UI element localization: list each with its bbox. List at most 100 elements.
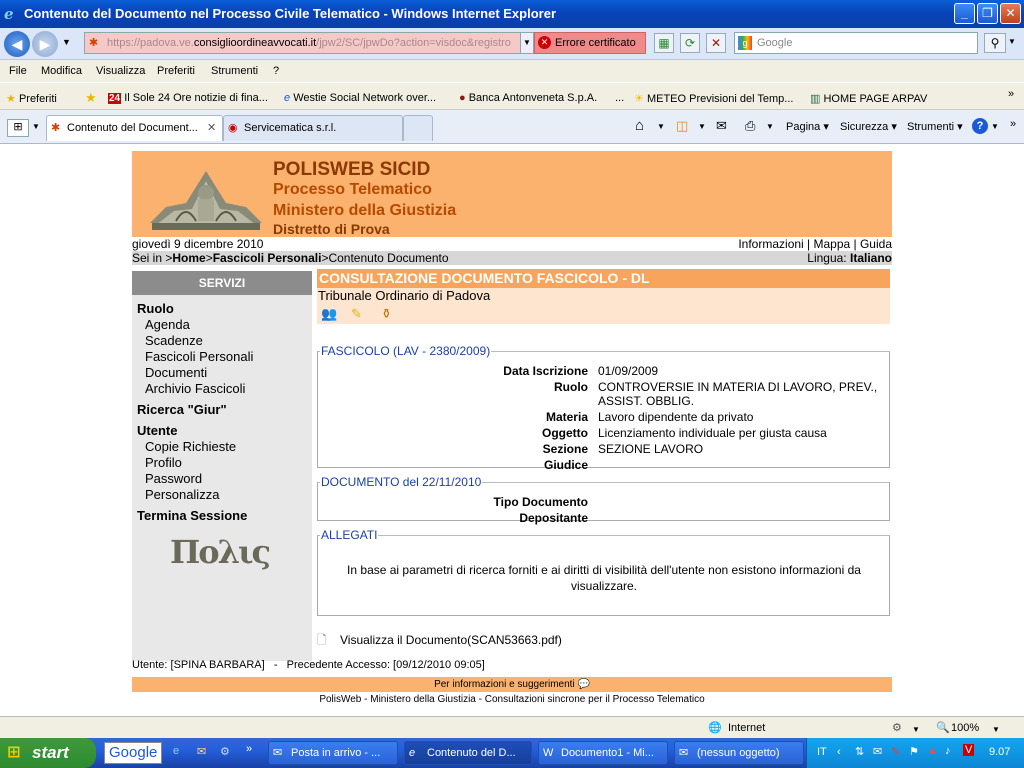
sidebar-item-documenti[interactable]: Documenti: [145, 365, 207, 380]
tray-audio-icon[interactable]: ♪: [945, 745, 951, 757]
tab-list-icon[interactable]: ▼: [32, 122, 40, 131]
sidebar-item-ricerca[interactable]: Ricerca "Giur": [137, 402, 227, 417]
page-icon: ✱: [51, 122, 61, 134]
history-dropdown-icon[interactable]: ▼: [62, 37, 71, 47]
search-icon[interactable]: ⚲: [984, 33, 1006, 53]
address-input[interactable]: ✱ https://padova.ve.consiglioordineavvoc…: [84, 32, 534, 54]
notes-icon[interactable]: ✎: [351, 306, 362, 322]
language-selector[interactable]: Lingua: Italiano: [807, 251, 892, 265]
address-dropdown-icon[interactable]: ▼: [520, 32, 534, 54]
tab-contenuto-documento[interactable]: ✱ Contenuto del Document... ✕: [46, 115, 223, 141]
certificate-error-button[interactable]: ✕ Errore certificato: [534, 32, 646, 54]
search-dropdown-icon[interactable]: ▼: [1008, 37, 1016, 46]
search-input[interactable]: g Google: [734, 32, 978, 54]
help-icon[interactable]: ?: [972, 118, 988, 134]
tray-outlook-icon[interactable]: ✉: [873, 745, 882, 758]
tray-adobe-icon[interactable]: ✎: [891, 745, 900, 758]
tab-servicematica[interactable]: ◉ Servicematica s.r.l.: [223, 115, 403, 141]
menu-visualizza[interactable]: Visualizza: [96, 65, 145, 77]
minimize-button[interactable]: _: [954, 3, 975, 24]
fav-item-arpav[interactable]: ▥ HOME PAGE ARPAV: [810, 92, 927, 105]
restore-button[interactable]: ❐: [977, 3, 998, 24]
protected-dropdown-icon[interactable]: ▼: [912, 725, 920, 734]
forward-button[interactable]: ▶: [32, 31, 58, 57]
task-contenuto[interactable]: e Contenuto del D...: [404, 741, 532, 765]
tools-menu[interactable]: Strumenti ▾: [907, 120, 963, 133]
tray-expand-icon[interactable]: ‹: [837, 746, 841, 758]
sidebar-item-copie[interactable]: Copie Richieste: [145, 439, 236, 454]
home-icon[interactable]: ⌂: [635, 117, 644, 134]
info-bar[interactable]: Per informazioni e suggerimenti 💬: [132, 677, 892, 692]
sidebar-item-profilo[interactable]: Profilo: [145, 455, 182, 470]
windows-logo-icon: ⊞: [7, 744, 21, 761]
sidebar-item-fascicoli[interactable]: Fascicoli Personali: [145, 349, 253, 364]
top-links[interactable]: Informazioni | Mappa | Guida: [738, 237, 892, 251]
tray-ati-icon[interactable]: ▲: [927, 745, 938, 757]
sidebar-item-utente[interactable]: Utente: [137, 423, 177, 438]
quick-tabs-icon[interactable]: ⊞: [7, 119, 29, 137]
sidebar-item-archivio[interactable]: Archivio Fascicoli: [145, 381, 245, 396]
new-tab-button[interactable]: [403, 115, 433, 141]
print-dropdown-icon[interactable]: ▼: [766, 122, 774, 131]
fav-more-icon[interactable]: ...: [615, 92, 624, 104]
close-button[interactable]: ✕: [1000, 3, 1021, 24]
security-menu[interactable]: Sicurezza ▾: [840, 120, 897, 133]
tray-network-icon[interactable]: ⇅: [855, 745, 864, 758]
fav-label: Banca Antonveneta S.p.A.: [468, 92, 598, 104]
clock[interactable]: 9.07: [989, 746, 1010, 758]
back-button[interactable]: ◀: [4, 31, 30, 57]
fav-label: HOME PAGE ARPAV: [823, 93, 928, 105]
sidebar-item-ruolo[interactable]: Ruolo: [137, 301, 174, 316]
tray-antivirus-icon[interactable]: V: [963, 744, 975, 756]
fav-item-sole24ore[interactable]: 24 Il Sole 24 Ore notizie di fina...: [108, 92, 268, 104]
compatibility-icon[interactable]: ▦: [654, 33, 674, 53]
parties-icon[interactable]: 👥: [321, 306, 337, 322]
sidebar-item-scadenze[interactable]: Scadenze: [145, 333, 203, 348]
zoom-dropdown-icon[interactable]: ▼: [992, 725, 1000, 734]
feeds-icon[interactable]: ◫: [676, 118, 688, 134]
favbar-overflow-icon[interactable]: »: [1008, 88, 1014, 100]
task-documento1[interactable]: W Documento1 - Mi...: [538, 741, 668, 765]
menu-file[interactable]: File: [9, 65, 27, 77]
view-document-link[interactable]: 🗋 Visualizza il Documento(SCAN53663.pdf): [317, 631, 617, 652]
menu-strumenti[interactable]: Strumenti: [211, 65, 258, 77]
history-icon[interactable]: ⚱: [381, 306, 392, 322]
quicklaunch-ie-icon[interactable]: e: [173, 745, 179, 757]
menu-preferiti[interactable]: Preferiti: [157, 65, 195, 77]
add-favorite-icon[interactable]: ★: [85, 90, 97, 106]
home-dropdown-icon[interactable]: ▼: [657, 122, 665, 131]
task-nessun-oggetto[interactable]: ✉ (nessun oggetto): [674, 741, 804, 765]
zoom-icon[interactable]: 🔍: [936, 721, 950, 734]
page-menu[interactable]: Pagina ▾: [786, 120, 829, 133]
breadcrumb-fascicoli[interactable]: Fascicoli Personali: [213, 251, 322, 265]
toolbar-overflow-icon[interactable]: »: [1010, 118, 1016, 130]
close-tab-icon[interactable]: ✕: [207, 116, 216, 140]
mail-icon[interactable]: ✉: [716, 118, 727, 134]
fav-item-westie[interactable]: e Westie Social Network over...: [284, 92, 436, 104]
quicklaunch-more-icon[interactable]: »: [246, 743, 252, 755]
task-posta[interactable]: ✉ Posta in arrivo - ...: [268, 741, 398, 765]
tray-security-icon[interactable]: ⚑: [909, 745, 919, 758]
sidebar-item-password[interactable]: Password: [145, 471, 202, 486]
stop-icon[interactable]: ✕: [706, 33, 726, 53]
sidebar-item-termina[interactable]: Termina Sessione: [137, 508, 247, 523]
google-toolbar-button[interactable]: Google: [104, 742, 163, 764]
start-button[interactable]: ⊞ start: [0, 738, 96, 768]
sidebar-item-agenda[interactable]: Agenda: [145, 317, 190, 332]
fav-item-meteo[interactable]: ☀ METEO Previsioni del Temp...: [634, 92, 793, 105]
zoom-level[interactable]: 100%: [951, 722, 979, 734]
breadcrumb-home[interactable]: Home: [172, 251, 205, 265]
help-dropdown-icon[interactable]: ▼: [991, 122, 999, 131]
refresh-icon[interactable]: ⟳: [680, 33, 700, 53]
protected-mode-icon[interactable]: ⚙: [892, 721, 902, 734]
language-indicator[interactable]: IT: [817, 746, 827, 758]
sidebar-item-personalizza[interactable]: Personalizza: [145, 487, 219, 502]
feeds-dropdown-icon[interactable]: ▼: [698, 122, 706, 131]
print-icon[interactable]: ⎙: [745, 118, 755, 134]
menu-help[interactable]: ?: [273, 65, 279, 77]
menu-modifica[interactable]: Modifica: [41, 65, 82, 77]
fav-item-antonveneta[interactable]: ● Banca Antonveneta S.p.A.: [459, 92, 597, 104]
favorites-button[interactable]: ★ Preferiti: [6, 92, 57, 105]
quicklaunch-outlook-icon[interactable]: ✉: [197, 745, 206, 758]
quicklaunch-app-icon[interactable]: ⚙: [220, 745, 230, 758]
